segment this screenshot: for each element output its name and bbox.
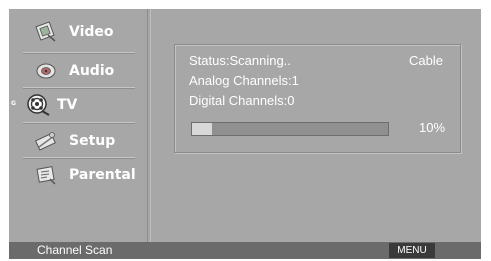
- sidebar-item-tv[interactable]: G TV: [11, 88, 143, 121]
- sidebar-item-label: Audio: [69, 62, 115, 79]
- tv-icon: [25, 93, 51, 117]
- menu-divider: [23, 122, 135, 123]
- sidebar-divider: [150, 9, 151, 242]
- video-icon: [33, 20, 59, 44]
- scan-progress-percent: 10%: [419, 120, 446, 135]
- audio-icon: [33, 59, 59, 83]
- analog-channels: Analog Channels:1: [189, 73, 299, 88]
- screen-title: Channel Scan: [37, 243, 113, 257]
- menu-divider: [23, 52, 135, 53]
- sidebar-item-label: Setup: [69, 132, 116, 149]
- sidebar-item-setup[interactable]: Setup: [19, 124, 143, 157]
- sidebar-item-label: TV: [57, 96, 78, 113]
- sidebar-menu: Video Audio G TV Setup Parental: [9, 9, 148, 242]
- scan-progress-fill: [192, 123, 212, 135]
- bottom-status-bar: Channel Scan MENU: [9, 242, 481, 259]
- sidebar-item-label: Video: [69, 23, 114, 40]
- tv-menu-screen: Video Audio G TV Setup Parental Status:S…: [9, 9, 481, 259]
- digital-channels: Digital Channels:0: [189, 93, 295, 108]
- scan-source: Cable: [409, 53, 443, 68]
- parental-icon: [33, 163, 59, 187]
- menu-button[interactable]: MENU: [389, 243, 435, 258]
- channel-scan-panel: Status:Scanning.. Cable Analog Channels:…: [174, 44, 461, 153]
- sidebar-item-video[interactable]: Video: [19, 15, 143, 48]
- sidebar-item-audio[interactable]: Audio: [19, 54, 143, 87]
- scan-progress-bar: [191, 122, 389, 136]
- scan-status: Status:Scanning..: [189, 53, 291, 68]
- sidebar-item-parental[interactable]: Parental: [19, 158, 143, 191]
- setup-icon: [33, 129, 59, 153]
- selection-marker: G: [11, 100, 16, 107]
- sidebar-item-label: Parental: [69, 166, 136, 183]
